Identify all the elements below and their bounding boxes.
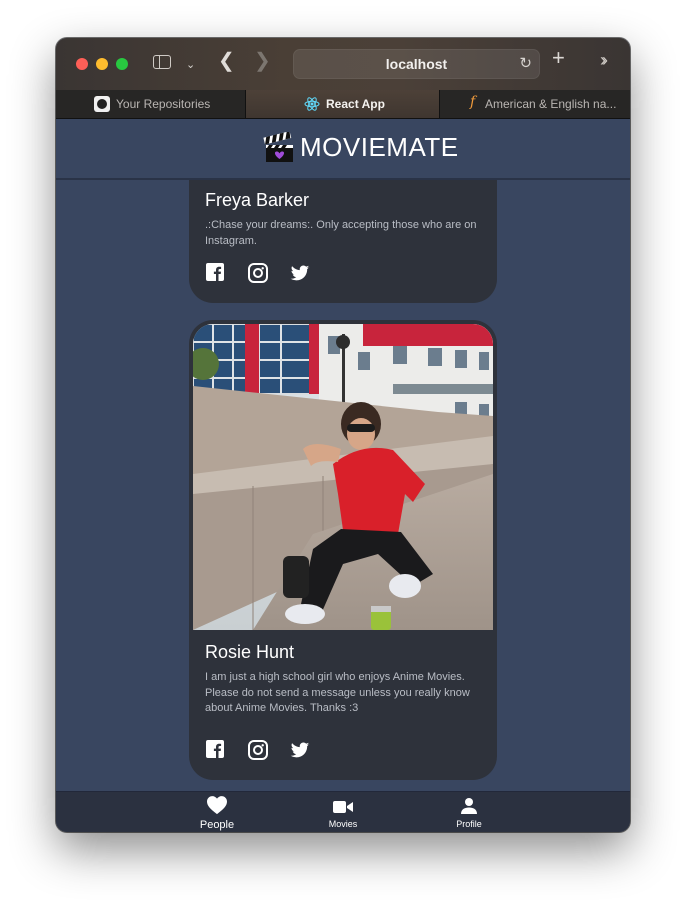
twitter-icon[interactable] [289, 262, 311, 284]
instagram-icon[interactable] [247, 262, 269, 284]
people-feed[interactable]: Freya Barker .:Chase your dreams:. Only … [56, 178, 630, 791]
tab-label: React App [326, 97, 385, 111]
tab-react-app[interactable]: React App [246, 90, 439, 118]
profile-card[interactable]: Freya Barker .:Chase your dreams:. Only … [189, 178, 497, 303]
nav-movies[interactable]: Movies [298, 792, 388, 832]
new-tab-button[interactable]: + [552, 47, 565, 69]
nav-label: People [199, 819, 235, 831]
nav-label: Movies [328, 819, 358, 829]
video-camera-icon [333, 801, 353, 813]
tab-bar: Your Repositories React App f American &… [56, 90, 630, 119]
profile-photo [193, 324, 493, 630]
minimize-window-button[interactable] [96, 58, 108, 70]
heart-icon [207, 796, 227, 815]
facebook-icon[interactable] [205, 262, 227, 284]
chevron-down-icon[interactable]: ⌄ [186, 57, 195, 73]
clapperboard-logo-icon [263, 132, 293, 162]
profile-name: Rosie Hunt [205, 642, 295, 662]
close-window-button[interactable] [76, 58, 88, 70]
profile-bio: .:Chase your dreams:. Only accepting tho… [205, 219, 477, 247]
person-icon [461, 798, 477, 814]
tab-american-english-names[interactable]: f American & English na... [439, 90, 630, 118]
forward-button[interactable]: ❯ [254, 51, 271, 71]
profile-bio: I am just a high school girl who enjoys … [205, 671, 470, 714]
bottom-navigation: People Movies Profile [56, 791, 630, 832]
instagram-icon[interactable] [247, 739, 269, 761]
facebook-icon[interactable] [205, 739, 227, 761]
back-button[interactable]: ❮ [218, 51, 235, 71]
more-tabs-icon[interactable]: ›› [600, 51, 608, 69]
nav-people[interactable]: People [172, 792, 262, 832]
react-icon [304, 97, 320, 111]
zoom-window-button[interactable] [116, 58, 128, 70]
browser-window: ⌄ ❮ ❯ localhost ↻ + ›› Your Repositories… [56, 38, 630, 832]
brand-title: MOVIEMATE [300, 132, 459, 162]
reload-icon[interactable]: ↻ [519, 54, 532, 72]
twitter-icon[interactable] [289, 739, 311, 761]
browser-toolbar: ⌄ ❮ ❯ localhost ↻ + ›› [56, 38, 630, 90]
github-icon [94, 96, 110, 112]
app-header: MOVIEMATE [56, 119, 630, 180]
sidebar-toggle-icon[interactable] [153, 55, 171, 69]
tab-your-repositories[interactable]: Your Repositories [56, 90, 246, 118]
tab-label: American & English na... [485, 97, 617, 111]
nav-label: Profile [456, 819, 482, 829]
profile-name: Freya Barker [205, 190, 310, 210]
address-bar[interactable]: localhost ↻ [293, 49, 540, 79]
tab-label: Your Repositories [116, 97, 211, 111]
fontawesome-icon: f [470, 94, 476, 110]
profile-card[interactable]: Rosie Hunt I am just a high school girl … [189, 320, 497, 780]
address-text: localhost [385, 56, 448, 72]
nav-profile[interactable]: Profile [424, 792, 514, 832]
